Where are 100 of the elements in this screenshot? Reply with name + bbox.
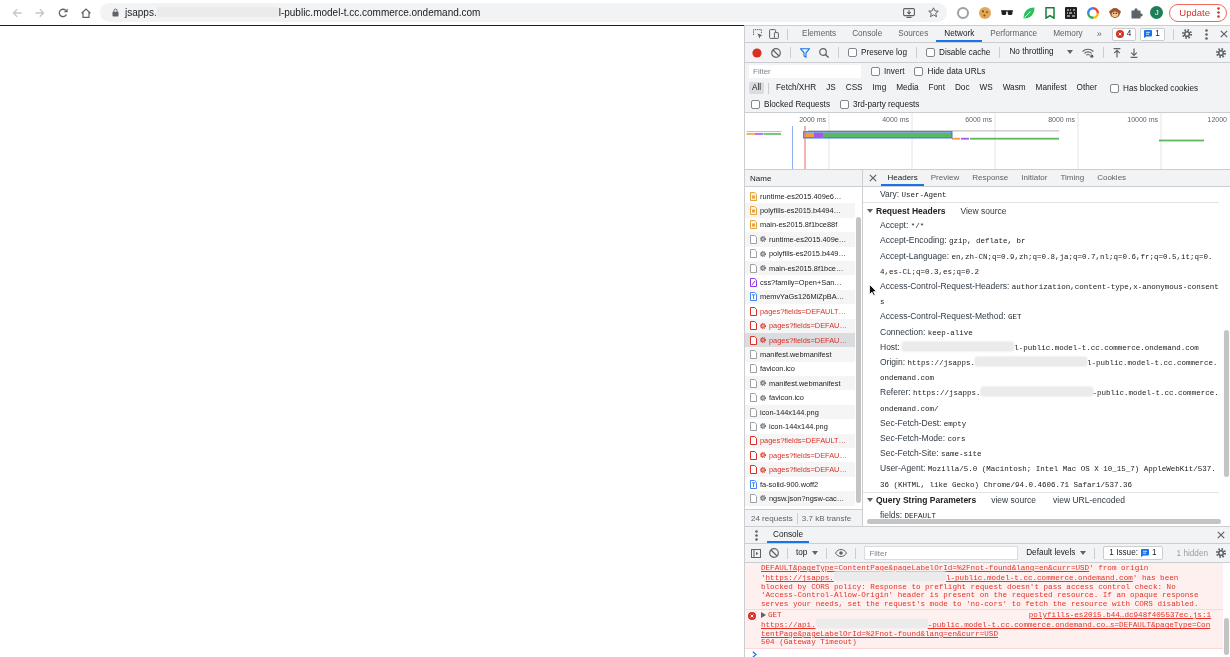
scrollbar[interactable] [856,217,861,503]
kebab-menu-icon[interactable] [1204,28,1208,40]
checkbox[interactable] [848,48,857,57]
section-link[interactable]: view URL-encoded [1053,495,1125,506]
puzzle-icon[interactable] [1131,6,1144,19]
tab[interactable]: Timing [1053,170,1091,186]
type-filter[interactable]: CSS [842,81,866,95]
scrollbar[interactable] [867,519,1221,524]
checkbox[interactable] [914,67,924,76]
checkbox-label[interactable]: Hide data URLs [927,67,986,76]
type-filter[interactable]: Doc [951,81,973,95]
checkbox[interactable] [925,48,935,57]
expand-triangle-icon[interactable] [761,612,766,619]
bookmark-icon[interactable] [1045,6,1056,19]
tab[interactable]: Headers [881,170,925,186]
tab[interactable]: Preview [924,170,966,186]
star-icon[interactable] [928,7,940,18]
section-title[interactable]: Query String Parameters [876,495,977,506]
type-filter[interactable]: Font [925,81,948,95]
close-icon[interactable] [1219,30,1228,38]
triangle-icon[interactable] [867,208,873,213]
device-icon[interactable] [769,29,779,39]
kebab-menu-icon[interactable] [755,529,758,541]
grid-tile-icon[interactable] [1065,6,1078,19]
tab[interactable]: Initiator [1014,170,1054,186]
upload-icon[interactable] [1112,47,1121,58]
address-bar[interactable]: jsapps. l-public.model-t.cc.commerce.ondemand.com [100,3,948,22]
checkbox-label[interactable]: Invert [884,67,905,76]
clear-icon[interactable] [769,548,779,558]
glasses-icon[interactable] [1001,10,1014,15]
issues-button[interactable]: 1 Issue: 1 [1103,545,1163,561]
gear-icon [760,495,766,502]
eye-icon[interactable] [835,549,848,557]
checkbox[interactable] [840,99,849,109]
scrollbar[interactable] [1224,618,1229,655]
ring-icon[interactable] [957,6,970,19]
settings-icon[interactable] [1216,548,1226,558]
stylesheet-file-icon [750,278,757,288]
tab[interactable]: Elements [794,26,845,42]
column-header[interactable]: Name [745,170,862,187]
tab[interactable]: Console [844,26,891,42]
record-icon[interactable] [752,47,762,58]
script-file-icon [750,220,757,230]
filter-field[interactable]: Filter [864,546,1019,560]
cookie-icon[interactable] [979,6,992,19]
levels-select[interactable]: Default levels [1026,548,1087,558]
settings-icon[interactable] [1216,47,1226,58]
checkbox-label[interactable]: Disable cache [938,48,991,57]
triangle-icon[interactable] [867,498,873,503]
kebab-menu-icon[interactable] [1217,7,1220,18]
search-icon[interactable] [819,47,829,58]
update-button[interactable]: Update [1169,3,1227,22]
tab[interactable]: Performance [982,26,1046,42]
type-filter[interactable]: Wasm [999,81,1029,95]
scrollbar[interactable] [1224,330,1229,477]
section-title[interactable]: Request Headers [876,205,946,216]
tab[interactable]: Sources [890,26,937,42]
profile-avatar[interactable]: J [1150,6,1164,19]
checkbox-label[interactable]: Blocked Requests [764,99,830,109]
more-tabs-button[interactable]: » [1090,29,1108,39]
checkbox-label[interactable]: Has blocked cookies [1123,83,1199,93]
close-icon[interactable] [1217,531,1225,539]
inspect-icon[interactable] [753,29,763,39]
tab[interactable]: Response [965,170,1015,186]
section-link[interactable]: view source [991,495,1037,506]
color-ring-icon[interactable] [1087,6,1100,19]
type-filter[interactable]: Media [893,81,922,95]
tab[interactable]: Cookies [1090,170,1133,186]
filter-field[interactable]: Filter [749,65,861,78]
checkbox[interactable] [751,99,760,109]
context-select[interactable]: top [796,548,819,558]
gear-icon [760,337,766,344]
reload-icon[interactable] [58,7,68,18]
type-filter[interactable]: JS [823,81,839,95]
error-counter-button[interactable]: 4 [1111,27,1137,41]
type-filter[interactable]: Manifest [1032,81,1070,95]
sidebar-icon[interactable] [751,548,761,558]
url-text[interactable]: jsapps. l-public.model-t.cc.commerce.ondemand.com [125,7,481,18]
wifi-icon[interactable] [1081,47,1094,58]
checkbox-label[interactable]: 3rd-party requests [853,99,920,109]
checkbox[interactable] [871,67,880,76]
tab[interactable]: Memory [1045,26,1091,42]
type-filter[interactable]: Other [1073,81,1101,95]
type-filter[interactable]: Img [869,81,890,95]
clear-icon[interactable] [771,47,781,58]
settings-icon[interactable] [1181,29,1192,39]
section-link[interactable]: View source [960,205,1007,216]
checkbox-label[interactable]: Preserve log [861,48,907,57]
type-filter[interactable]: WS [976,81,996,95]
type-filter[interactable]: All [749,81,765,95]
monkey-face-icon[interactable] [1109,6,1122,19]
throttling-select[interactable]: No throttling [1009,48,1073,57]
download-icon[interactable] [1129,47,1138,58]
filter-icon[interactable] [800,47,810,58]
type-filter[interactable]: Fetch/XHR [773,81,820,95]
home-icon[interactable] [81,7,91,18]
close-icon[interactable] [869,174,877,182]
checkbox[interactable] [1110,83,1120,93]
install-icon[interactable] [903,7,916,18]
issue-counter-button[interactable]: 1 [1140,27,1165,41]
